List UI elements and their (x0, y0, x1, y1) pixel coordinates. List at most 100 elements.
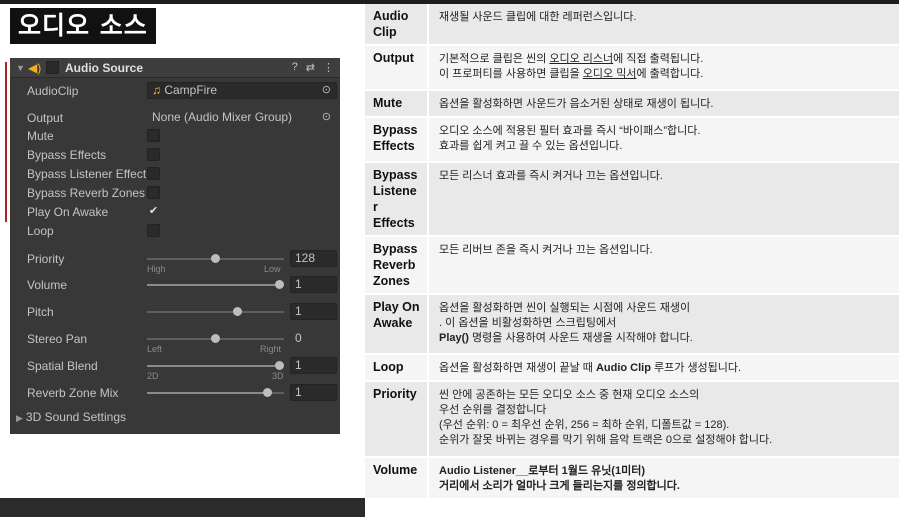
property-desc: 옵션을 활성화하면 재생이 끝날 때 Audio Clip 루프가 생성됩니다. (428, 354, 899, 382)
property-desc: 옵션을 활성화하면 사운드가 음소거된 상태로 재생이 됩니다. (428, 90, 899, 118)
desc-text: Audio Clip (595, 362, 651, 374)
table-row: Audio Clip 재생될 사운드 클립에 대한 레퍼런스입니다. (365, 4, 899, 46)
property-name: Bypass Listene r Effects (365, 162, 429, 237)
loop-row: Loop (10, 222, 340, 240)
desc-text: 명령을 사용하여 사운드 재생을 시작해야 합니다. (468, 332, 693, 344)
desc-text: 효과를 쉽게 켜고 끌 수 있는 옵션입니다. (439, 140, 623, 152)
audio-source-inspector: ▼ ◀) Audio Source ? ⇄ ⋮ AudioClip ♫ Camp… (10, 58, 340, 434)
spatial-blend-input[interactable]: 1 (290, 357, 337, 374)
property-desc: 재생될 사운드 클립에 대한 레퍼런스입니다. (428, 4, 899, 46)
priority-row: Priority High Low 128 (10, 250, 340, 276)
bypass-effects-checkbox[interactable] (147, 148, 160, 161)
table-row: Bypass Reverb Zones 모든 리버브 존을 즉시 켜거나 끄는 … (365, 236, 899, 295)
output-field[interactable]: None (Audio Mixer Group) ⊙ (147, 109, 337, 126)
table-row: Mute 옵션을 활성화하면 사운드가 음소거된 상태로 재생이 됩니다. (365, 90, 899, 118)
reverb-zone-mix-slider-knob[interactable] (263, 388, 272, 397)
audio-mixer-link[interactable]: 오디오 믹서 (583, 68, 637, 80)
output-label: Output (27, 111, 64, 125)
desc-text: 거리에서 소리가 얼마나 크게 들리는지를 정의합니다. (439, 480, 680, 492)
desc-text: 루프가 생성됩니다. (650, 362, 742, 374)
audio-source-icon: ◀) (28, 60, 42, 75)
desc-text: 에 출력합니다. (636, 68, 704, 80)
property-desc: 모든 리버브 존을 즉시 켜거나 끄는 옵션입니다. (428, 236, 899, 295)
loop-checkbox[interactable] (147, 224, 160, 237)
object-picker-icon[interactable]: ⊙ (322, 83, 331, 98)
table-row: Bypass Listene r Effects 모든 리스너 효과를 즉시 켜… (365, 162, 899, 237)
desc-text: 오디오 소스에 적용된 필터 효과를 즉시 “바이패스”합니다. (439, 125, 701, 137)
stereo-pan-min-label: Left (147, 344, 163, 354)
property-name: Priority (365, 381, 429, 458)
page-title-text: 오디오 소스 (18, 11, 148, 40)
stereo-pan-slider[interactable] (147, 334, 284, 343)
property-desc: 모든 리스너 효과를 즉시 켜거나 끄는 옵션입니다. (428, 162, 899, 237)
loop-label: Loop (27, 224, 54, 238)
property-table: Audio Clip 재생될 사운드 클립에 대한 레퍼런스입니다. Outpu… (365, 4, 899, 500)
reverb-zone-mix-slider[interactable] (147, 388, 284, 397)
pitch-slider[interactable] (147, 307, 284, 316)
audioclip-row: AudioClip ♫ CampFire ⊙ (10, 82, 340, 100)
table-row: Volume Audio Listener__로부터 1월드 유닛(1미터) 거… (365, 457, 899, 500)
stereo-pan-slider-knob[interactable] (211, 334, 220, 343)
pitch-input[interactable]: 1 (290, 303, 337, 320)
foldout-arrow-icon[interactable]: ▼ (16, 63, 28, 73)
stereo-pan-input[interactable]: 0 (290, 330, 337, 347)
pitch-slider-knob[interactable] (233, 307, 242, 316)
foldout-right-icon: ▶ (16, 413, 23, 423)
desc-text: 이 프로퍼티를 사용하면 클립을 (439, 68, 583, 80)
audio-listener-link[interactable]: 오디오 리스너 (549, 53, 613, 65)
audioclip-field[interactable]: ♫ CampFire ⊙ (147, 82, 337, 99)
bypass-reverb-row: Bypass Reverb Zones (10, 184, 340, 202)
3d-sound-settings-label: 3D Sound Settings (25, 410, 126, 424)
component-enable-checkbox[interactable] (46, 61, 59, 74)
play-on-awake-checkbox[interactable]: ✔ (147, 205, 160, 218)
3d-sound-settings-foldout[interactable]: ▶ 3D Sound Settings (16, 410, 126, 424)
table-row: Loop 옵션을 활성화하면 재생이 끝날 때 Audio Clip 루프가 생… (365, 354, 899, 382)
property-name: Mute (365, 90, 429, 118)
volume-slider[interactable] (147, 280, 284, 289)
help-icon[interactable]: ? (292, 61, 298, 74)
spatial-blend-label: Spatial Blend (27, 359, 98, 373)
more-icon[interactable]: ⋮ (323, 61, 334, 74)
desc-text: 에 직접 출력됩니다. (613, 53, 704, 65)
spatial-blend-slider-knob[interactable] (275, 361, 284, 370)
table-row: Output 기본적으로 클립은 씬의 오디오 리스너에 직접 출력됩니다. 이… (365, 45, 899, 91)
stereo-pan-max-label: Right (260, 344, 282, 354)
property-name: Loop (365, 354, 429, 382)
bypass-listener-checkbox[interactable] (147, 167, 160, 180)
bypass-effects-row: Bypass Effects (10, 146, 340, 164)
priority-max-label: Low (264, 264, 281, 274)
property-desc: Audio Listener__로부터 1월드 유닛(1미터) 거리에서 소리가… (428, 457, 899, 500)
table-row: Play On Awake 옵션을 활성화하면 씬이 실행되는 시점에 사운드 … (365, 294, 899, 355)
pitch-row: Pitch 1 (10, 303, 340, 321)
volume-input[interactable]: 1 (290, 276, 337, 293)
desc-text: 우선 순위를 결정합니다 (439, 404, 547, 416)
bottom-bar (0, 498, 365, 517)
spatial-blend-min-label: 2D (147, 371, 159, 381)
spatial-blend-max-label: 3D (272, 371, 284, 381)
reverb-zone-mix-input[interactable]: 1 (290, 384, 337, 401)
mute-label: Mute (27, 129, 54, 143)
property-desc: 씬 안에 공존하는 모든 오디오 소스 중 현재 오디오 소스의 우선 순위를 … (428, 381, 899, 458)
play-on-awake-label: Play On Awake (27, 205, 109, 219)
reverb-zone-mix-row: Reverb Zone Mix 1 (10, 384, 340, 402)
bypass-reverb-label: Bypass Reverb Zones (27, 186, 146, 200)
stereo-pan-label: Stereo Pan (27, 332, 88, 346)
reverb-zone-mix-label: Reverb Zone Mix (27, 386, 119, 400)
priority-slider-knob[interactable] (211, 254, 220, 263)
priority-slider[interactable] (147, 254, 284, 263)
preset-icon[interactable]: ⇄ (306, 61, 315, 74)
bypass-listener-label: Bypass Listener Effect (27, 167, 147, 181)
spatial-blend-slider[interactable] (147, 361, 284, 370)
bypass-reverb-checkbox[interactable] (147, 186, 160, 199)
red-marker-line (5, 62, 7, 222)
object-picker-icon[interactable]: ⊙ (322, 110, 331, 125)
property-name: Volume (365, 457, 429, 500)
volume-slider-knob[interactable] (275, 280, 284, 289)
mute-checkbox[interactable] (147, 129, 160, 142)
table-row: Bypass Effects 오디오 소스에 적용된 필터 효과를 즉시 “바이… (365, 117, 899, 163)
audio-clip-icon: ♫ (152, 83, 161, 97)
desc-text: 순위가 잘못 바뀌는 경우를 막기 위해 음악 트랙은 0으로 설정해야 합니다… (439, 434, 773, 446)
priority-input[interactable]: 128 (290, 250, 337, 267)
page-title: 오디오 소스 (10, 8, 156, 44)
component-header[interactable]: ▼ ◀) Audio Source ? ⇄ ⋮ (10, 58, 340, 78)
